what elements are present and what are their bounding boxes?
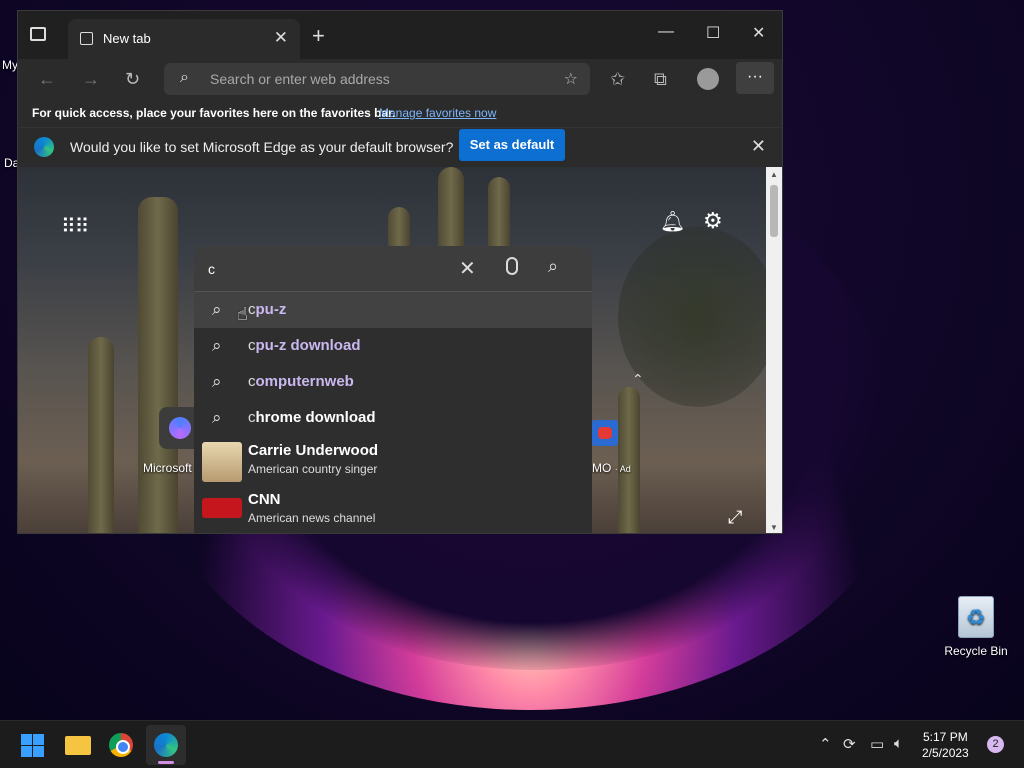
suggestion-item[interactable]: ⌕ cpu-z download: [194, 328, 592, 364]
quick-link-label: Microsoft: [143, 461, 192, 475]
suggestion-item[interactable]: ⌕ chrome download: [194, 400, 592, 436]
recycle-bin[interactable]: Recycle Bin: [940, 596, 1012, 658]
suggestion-text: omputernweb: [255, 373, 354, 390]
tab-actions-icon[interactable]: [30, 27, 46, 41]
apps-grid-icon[interactable]: ⠿⠿: [61, 214, 89, 239]
edge-taskbar-icon[interactable]: [146, 725, 186, 765]
background-cactus: [488, 177, 510, 257]
search-icon: ⌕: [212, 372, 222, 391]
entity-name: CNN: [248, 491, 281, 508]
collections-icon[interactable]: ⧉: [654, 69, 667, 90]
minimize-icon[interactable]: —: [658, 23, 674, 41]
chevron-up-icon[interactable]: ⌃: [632, 371, 644, 388]
chrome-icon[interactable]: [105, 729, 137, 761]
toolbar: ← → ↻ ⌕ Search or enter web address ☆ ✩ …: [18, 59, 782, 99]
favorites-icon[interactable]: ✩: [610, 69, 625, 90]
file-explorer-icon[interactable]: [62, 729, 94, 761]
tab-new-tab[interactable]: New tab ✕: [68, 19, 300, 59]
clock-date: 2/5/2023: [922, 746, 969, 760]
suggestion-item[interactable]: ⌕ cpu-z: [194, 292, 592, 328]
clear-search-icon[interactable]: ✕: [459, 256, 476, 281]
newtab-icon: [80, 32, 93, 45]
mouse-cursor-icon: ☝: [237, 304, 248, 324]
desktop-icon-label-1[interactable]: My: [2, 58, 18, 72]
microphone-icon[interactable]: [506, 257, 518, 275]
new-tab-page: ⠿⠿ 🔔︎ ⚙ ⌃ ⤢ Microsoft MO · Ad c ✕ ⌕ ⌕ cp…: [18, 167, 766, 533]
edge-window: New tab ✕ + — ☐ ✕ ← → ↻ ⌕ Search or ente…: [17, 10, 783, 534]
cnn-logo-icon: [202, 498, 242, 518]
sync-status-icon[interactable]: ⟳: [843, 735, 856, 753]
entity-description: American news channel: [248, 511, 376, 525]
suggestion-text: hrome download: [255, 409, 376, 426]
search-icon: ⌕: [212, 300, 222, 319]
scroll-down-arrow-icon[interactable]: ▼: [770, 523, 778, 532]
newtab-search-input[interactable]: c ✕ ⌕: [194, 246, 592, 292]
taskbar: ⌃ ⟳ ▭ 🔈︎ 5:17 PM 2/5/2023 2: [0, 720, 1024, 768]
system-clock[interactable]: 5:17 PM 2/5/2023: [922, 729, 969, 761]
search-icon: ⌕: [180, 69, 189, 86]
suggestion-text: pu-z: [255, 301, 287, 318]
page-scrollbar[interactable]: ▲ ▼: [766, 167, 782, 533]
entity-description: American country singer: [248, 462, 378, 476]
notification-badge[interactable]: 2: [987, 736, 1004, 753]
title-bar: New tab ✕ + — ☐ ✕: [18, 11, 782, 59]
quick-link-ad-label: MO · Ad: [592, 461, 631, 475]
close-window-icon[interactable]: ✕: [752, 23, 765, 43]
more-menu-button[interactable]: ···: [736, 62, 774, 94]
forward-arrow-icon[interactable]: →: [82, 69, 100, 90]
entity-suggestion[interactable]: CNN American news channel: [194, 489, 592, 533]
maximize-icon[interactable]: ☐: [706, 23, 720, 43]
start-button[interactable]: [16, 729, 48, 761]
show-hidden-icons-chevron-icon[interactable]: ⌃: [819, 735, 832, 753]
address-placeholder: Search or enter web address: [210, 71, 390, 87]
close-infobar-icon[interactable]: ✕: [751, 136, 766, 157]
search-suggestions: ⌕ cpu-z ⌕ cpu-z download ⌕ computernweb …: [194, 292, 592, 533]
volume-icon[interactable]: 🔈︎: [894, 735, 903, 752]
new-tab-plus-icon[interactable]: +: [312, 23, 325, 49]
default-browser-infobar: Would you like to set Microsoft Edge as …: [18, 127, 782, 167]
tab-title: New tab: [103, 31, 151, 46]
refresh-icon[interactable]: ↻: [125, 69, 140, 90]
favorites-bar: For quick access, place your favorites h…: [18, 99, 782, 127]
manage-favorites-link[interactable]: Manage favorites now: [379, 106, 496, 120]
close-tab-icon[interactable]: ✕: [274, 28, 288, 48]
quick-link-tile-ad[interactable]: [592, 420, 618, 446]
gear-icon[interactable]: ⚙: [703, 208, 723, 234]
add-favorite-icon[interactable]: ☆: [564, 69, 578, 89]
background-cactus: [438, 167, 464, 257]
network-icon[interactable]: ▭: [870, 735, 884, 753]
favorites-bar-text: For quick access, place your favorites h…: [32, 106, 396, 120]
search-icon: ⌕: [212, 336, 222, 355]
search-submit-icon[interactable]: ⌕: [548, 256, 558, 277]
edge-logo-icon: [34, 137, 54, 157]
suggestion-item[interactable]: ⌕ computernweb: [194, 364, 592, 400]
address-bar[interactable]: ⌕ Search or enter web address ☆: [164, 63, 590, 95]
back-arrow-icon[interactable]: ←: [38, 69, 56, 90]
recycle-bin-icon: [958, 596, 994, 638]
set-as-default-button[interactable]: Set as default: [459, 129, 565, 161]
entity-name: Carrie Underwood: [248, 442, 379, 459]
bell-icon[interactable]: 🔔︎: [660, 209, 685, 234]
clock-time: 5:17 PM: [923, 730, 968, 744]
entity-suggestion[interactable]: Carrie Underwood American country singer: [194, 440, 592, 488]
scroll-up-arrow-icon[interactable]: ▲: [770, 170, 778, 179]
search-query-text: c: [208, 261, 215, 277]
background-cactus: [88, 337, 114, 533]
infobar-message: Would you like to set Microsoft Edge as …: [70, 139, 454, 155]
scrollbar-thumb[interactable]: [770, 185, 778, 237]
background-cactus: [138, 197, 178, 533]
profile-avatar[interactable]: [697, 68, 719, 90]
suggestion-text: pu-z download: [255, 337, 361, 354]
search-icon: ⌕: [212, 408, 222, 427]
recycle-bin-label: Recycle Bin: [944, 644, 1008, 658]
expand-icon[interactable]: ⤢: [728, 507, 742, 528]
carrie-underwood-thumbnail: [202, 442, 242, 482]
